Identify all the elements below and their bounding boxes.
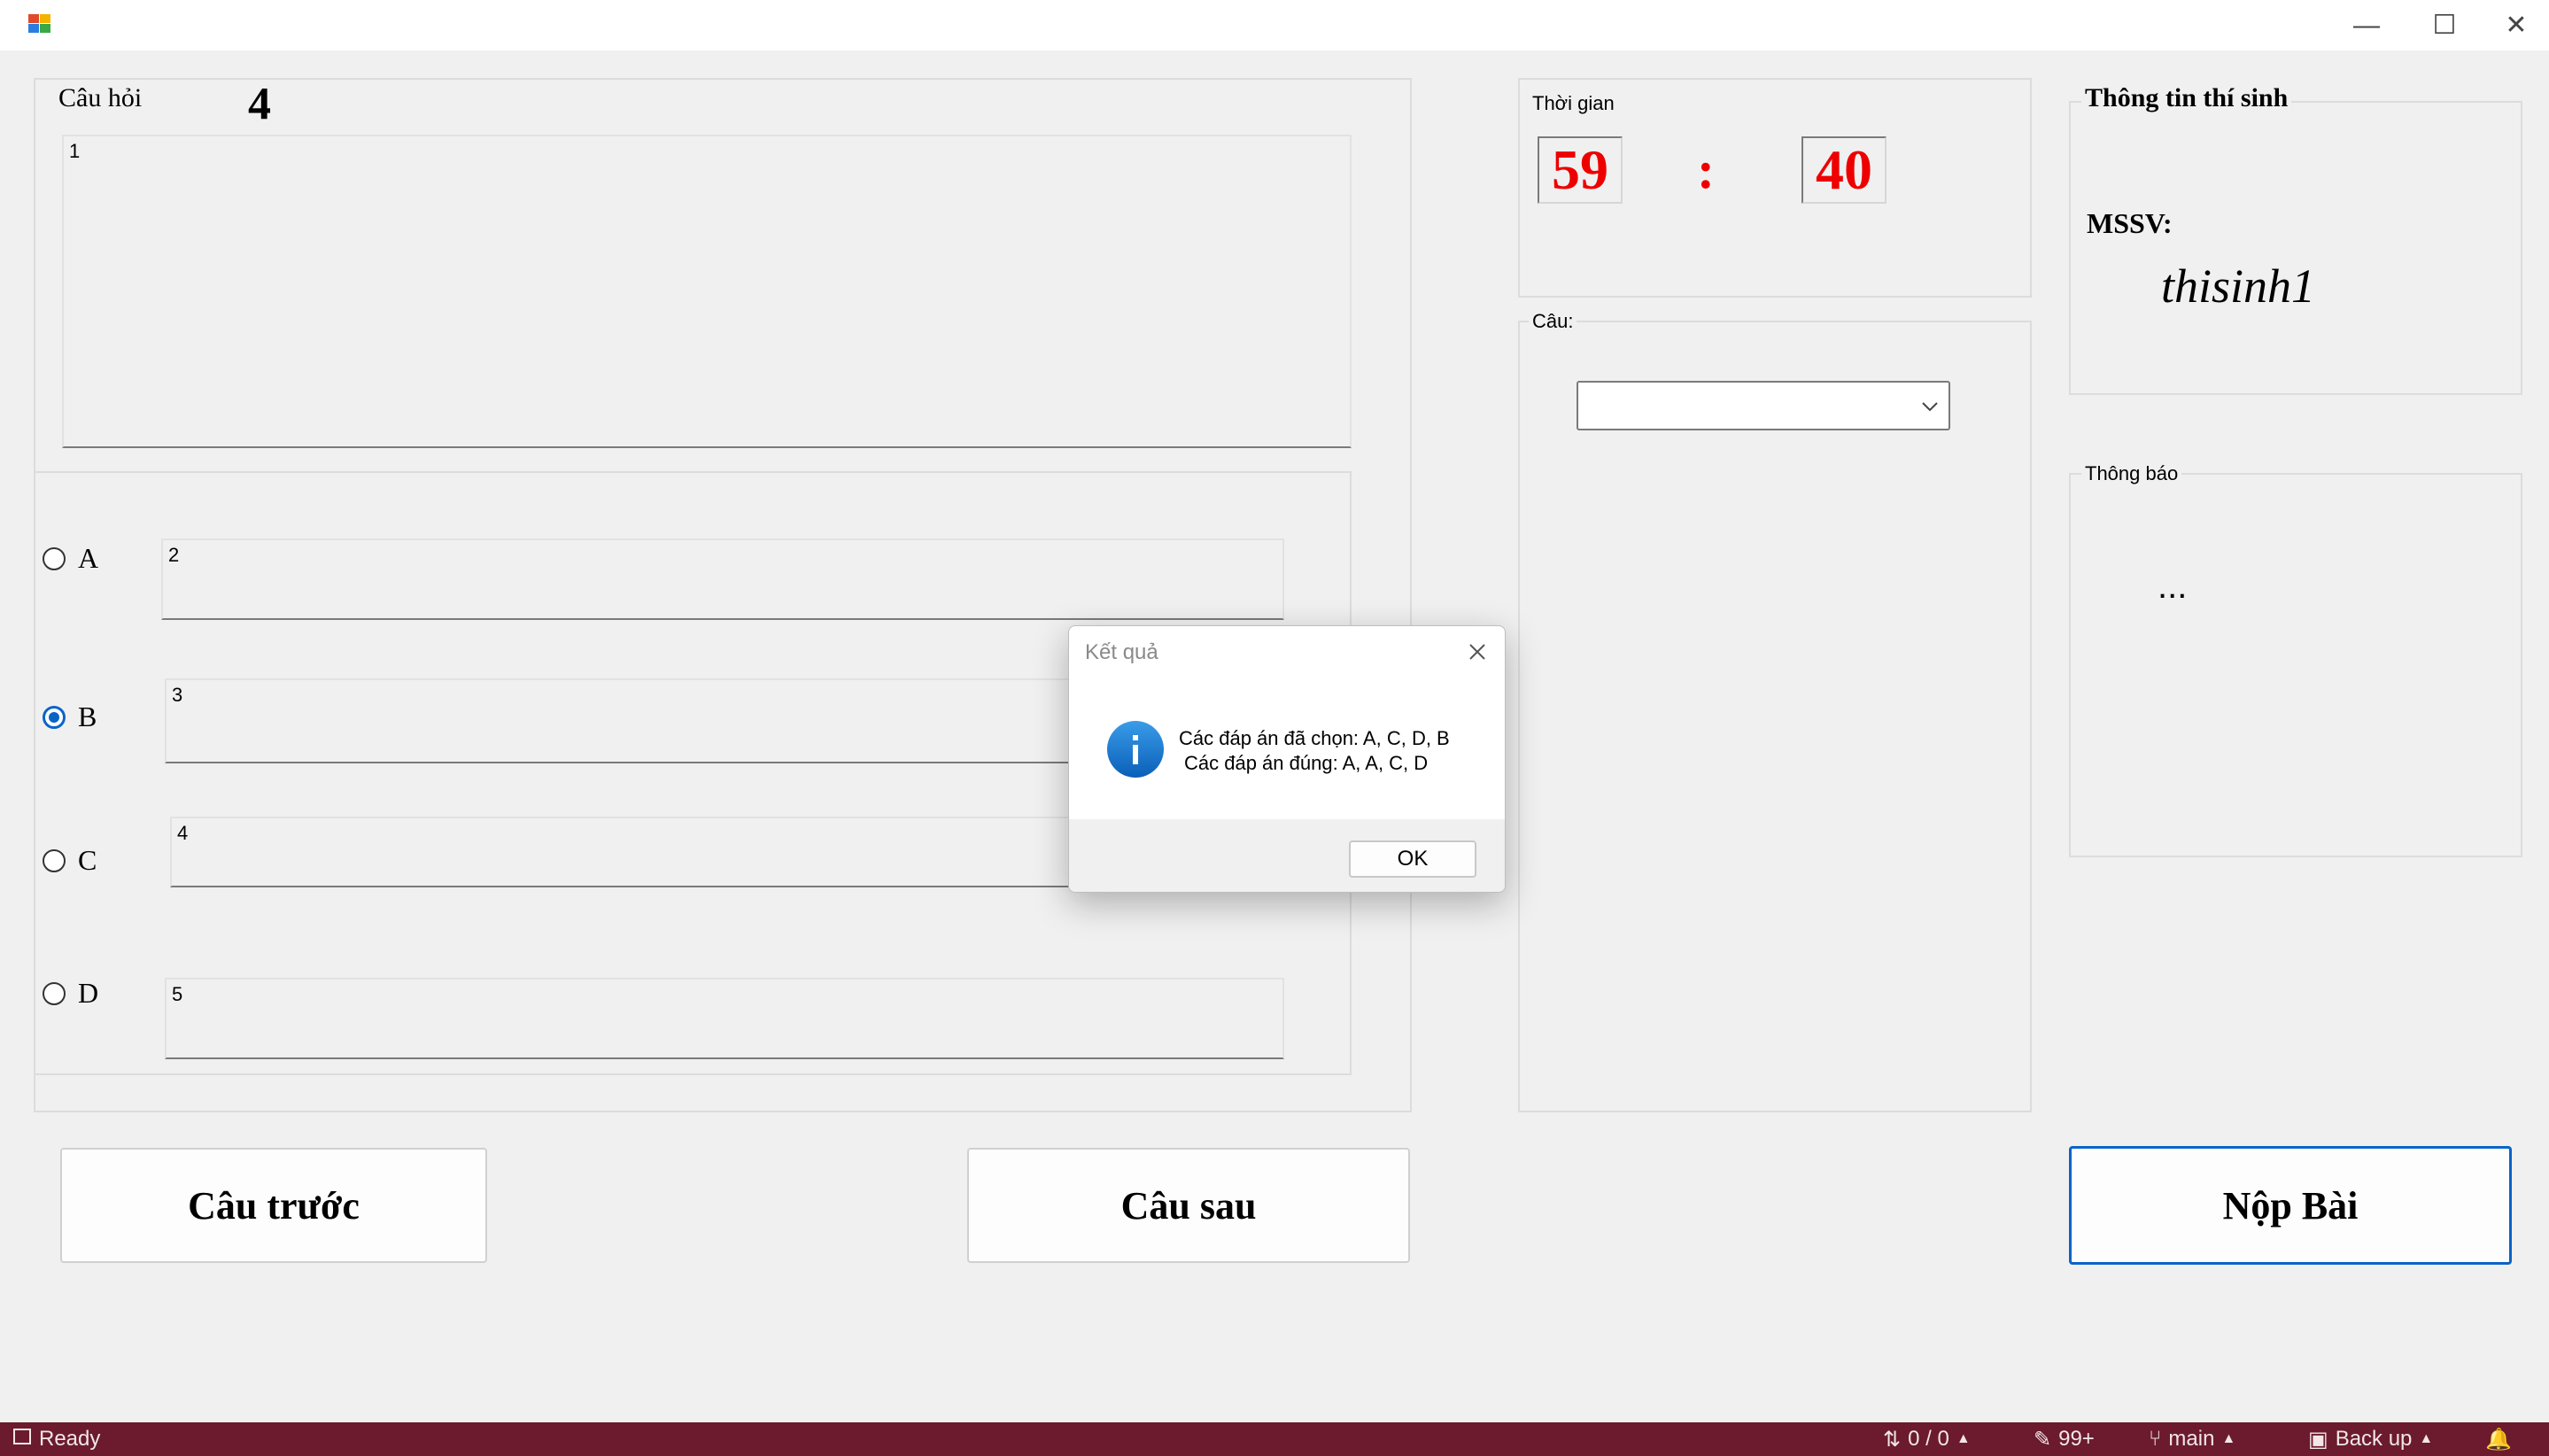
notice-title: Thông báo	[2081, 461, 2182, 487]
maximize-button[interactable]: ☐	[2406, 0, 2483, 50]
option-c-label[interactable]: C	[78, 844, 97, 877]
question-group-title: Câu hỏi	[55, 85, 146, 112]
notice-text: ...	[2158, 567, 2188, 606]
option-d-radio[interactable]	[43, 982, 66, 1005]
changes-text: 0 / 0	[1908, 1427, 1949, 1451]
info-icon	[1106, 720, 1165, 778]
option-d-text[interactable]: 5	[165, 978, 1284, 1059]
student-info-group	[2069, 101, 2522, 395]
status-bar: Ready ⇅ 0 / 0 ▲ ✎ 99+ ⑂ main ▲ ▣ Back up…	[0, 1422, 2549, 1456]
sort-icon: ⇅	[1883, 1427, 1902, 1452]
caret-up-icon: ▲	[1956, 1431, 1971, 1446]
timer-minutes: 59	[1538, 136, 1623, 204]
option-b-label[interactable]: B	[78, 701, 97, 733]
question-select-dropdown[interactable]	[1577, 381, 1950, 430]
minimize-button[interactable]: —	[2328, 0, 2406, 50]
caret-up-icon: ▲	[2419, 1431, 2434, 1446]
app-icon	[27, 11, 53, 37]
backup-icon: ▣	[2308, 1427, 2328, 1452]
mssv-value: thisinh1	[2161, 259, 2316, 313]
option-a-text[interactable]: 2	[161, 538, 1284, 620]
result-dialog: Kết quả Các đáp án đã chọn: A, C, D, B C…	[1068, 625, 1506, 893]
prev-question-button[interactable]: Câu trước	[60, 1148, 487, 1263]
option-a-label[interactable]: A	[78, 542, 98, 575]
timer-group-title: Thời gian	[1529, 90, 1618, 117]
timer-separator: :	[1697, 141, 1715, 199]
dialog-ok-button[interactable]: OK	[1349, 840, 1476, 878]
branch-icon: ⑂	[2149, 1427, 2162, 1451]
dialog-title: Kết quả	[1085, 640, 1158, 664]
question-select-group	[1518, 321, 2032, 1112]
status-ready: Ready	[12, 1422, 100, 1456]
pending-text: 99+	[2058, 1427, 2095, 1451]
question-text[interactable]: 1	[62, 135, 1352, 448]
status-ready-text: Ready	[39, 1427, 101, 1451]
backup-indicator[interactable]: ▣ Back up ▲	[2308, 1422, 2433, 1456]
timer-seconds: 40	[1801, 136, 1887, 204]
notifications-icon[interactable]: 🔔	[2485, 1422, 2512, 1456]
notice-group	[2069, 473, 2522, 857]
pending-indicator[interactable]: ✎ 99+	[2034, 1422, 2095, 1456]
submit-button[interactable]: Nộp Bài	[2069, 1146, 2512, 1265]
status-window-icon	[12, 1427, 32, 1452]
option-b-radio[interactable]	[43, 706, 66, 729]
dialog-message-line2: Các đáp án đúng: A, A, C, D	[1184, 752, 1429, 774]
close-icon[interactable]	[1464, 639, 1491, 665]
pencil-icon: ✎	[2034, 1427, 2052, 1452]
mssv-label: MSSV:	[2087, 207, 2173, 239]
question-select-title: Câu:	[1529, 308, 1577, 335]
backup-text: Back up	[2335, 1427, 2413, 1451]
option-d-label[interactable]: D	[78, 977, 98, 1010]
option-a-radio[interactable]	[43, 547, 66, 570]
option-c-radio[interactable]	[43, 849, 66, 872]
dialog-message-line1: Các đáp án đã chọn: A, C, D, B	[1179, 727, 1450, 749]
changes-indicator[interactable]: ⇅ 0 / 0 ▲	[1883, 1422, 1971, 1456]
student-info-title: Thông tin thí sinh	[2081, 85, 2292, 112]
close-button[interactable]: ✕	[2483, 0, 2549, 50]
branch-text: main	[2168, 1427, 2215, 1451]
chevron-down-icon	[1920, 397, 1940, 421]
branch-indicator[interactable]: ⑂ main ▲	[2149, 1422, 2235, 1456]
question-number: 4	[248, 79, 271, 129]
caret-up-icon: ▲	[2221, 1431, 2236, 1446]
title-bar: — ☐ ✕	[0, 0, 2549, 50]
next-question-button[interactable]: Câu sau	[967, 1148, 1410, 1263]
